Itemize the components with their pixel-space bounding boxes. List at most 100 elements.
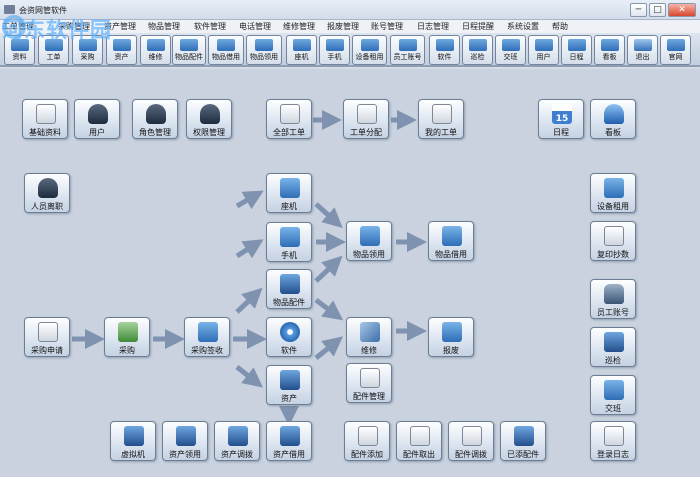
toolbar-user-button[interactable]: 用户 (528, 35, 559, 65)
toolbar-handover-button[interactable]: 交班 (495, 35, 526, 65)
document-icon (432, 104, 452, 124)
node-purchase-sign[interactable]: 采购签收 (184, 317, 230, 357)
node-assets[interactable]: 资产 (266, 365, 312, 405)
arrow-parts-to-repair (314, 298, 344, 321)
minimize-button[interactable]: ─ (630, 3, 647, 17)
node-purchase-request[interactable]: 采购申请 (24, 317, 70, 357)
node-parts[interactable]: 物品配件 (266, 269, 312, 309)
watermark: 河东软件园 (2, 17, 112, 42)
toolbar-parts-button[interactable]: 物品配件 (172, 35, 206, 65)
mobile-icon (325, 39, 344, 51)
computer-icon (112, 39, 131, 51)
node-item-borrow[interactable]: 物品借用 (428, 221, 474, 261)
node-all-workorders[interactable]: 全部工单 (266, 99, 312, 139)
node-parts-add[interactable]: 配件添加 (344, 421, 390, 461)
node-schedule[interactable]: 15 日程 (538, 99, 584, 139)
toolbar-item-borrow-button[interactable]: 物品借用 (208, 35, 244, 65)
node-shift-handover[interactable]: 交班 (590, 375, 636, 415)
computer-icon (176, 426, 196, 446)
menu-account[interactable]: 账号管理 (371, 21, 403, 32)
cart-icon (118, 322, 138, 342)
home-icon (666, 39, 685, 51)
toolbar-website-button[interactable]: 官网 (660, 35, 691, 65)
node-print-copy[interactable]: 复印抄数 (590, 221, 636, 261)
lock-icon (398, 39, 417, 51)
scrap-icon (442, 322, 462, 342)
arrow-sign-to-parts (235, 287, 263, 314)
node-equipment-rent[interactable]: 设备租用 (590, 173, 636, 213)
node-my-workorders[interactable]: 我的工单 (418, 99, 464, 139)
node-purchase[interactable]: 采购 (104, 317, 150, 357)
toolbar-item-receive-button[interactable]: 物品领用 (246, 35, 282, 65)
lock-icon (604, 284, 624, 304)
node-parts-out[interactable]: 配件取出 (396, 421, 442, 461)
borrow-icon (217, 39, 235, 51)
node-staff-leave[interactable]: 人员离职 (24, 173, 70, 213)
menu-items[interactable]: 物品管理 (148, 21, 180, 32)
node-scrapped-parts[interactable]: 已添配件 (500, 421, 546, 461)
menu-software[interactable]: 软件管理 (194, 21, 226, 32)
toolbar-inspection-button[interactable]: 巡检 (462, 35, 493, 65)
bell-icon (604, 104, 624, 124)
node-workorder-assign[interactable]: 工单分配 (343, 99, 389, 139)
node-landline[interactable]: 座机 (266, 173, 312, 213)
menu-phone[interactable]: 电话管理 (239, 21, 271, 32)
node-parts-mgmt[interactable]: 配件管理 (346, 363, 392, 403)
toolbar-dashboard-button[interactable]: 看板 (594, 35, 625, 65)
disc-icon (280, 322, 300, 342)
arrow-software-to-repair (314, 336, 344, 360)
toolbar-software-button[interactable]: 软件 (429, 35, 460, 65)
parts-transfer-icon (462, 426, 482, 446)
network-icon (468, 39, 487, 51)
users-icon (146, 104, 166, 124)
toolbar-landline-button[interactable]: 座机 (286, 35, 317, 65)
menu-settings[interactable]: 系统设置 (507, 21, 539, 32)
parts-box-icon (360, 368, 380, 388)
toolbar-equipment-rent-button[interactable]: 设备租用 (352, 35, 387, 65)
mobile-icon (280, 227, 300, 247)
toolbar-exit-button[interactable]: 退出 (627, 35, 658, 65)
node-permission-mgmt[interactable]: 权限管理 (186, 99, 232, 139)
menu-help[interactable]: 帮助 (552, 21, 568, 32)
phone-icon (280, 178, 300, 198)
maximize-button[interactable]: □ (649, 3, 666, 17)
node-virtual-machine[interactable]: 虚拟机 (110, 421, 156, 461)
arrow-parts-to-receive (314, 255, 343, 283)
arrow-sign-to-mobile (235, 239, 264, 259)
node-inspection[interactable]: 巡检 (590, 327, 636, 367)
node-scrap[interactable]: 报废 (428, 317, 474, 357)
computer-icon (124, 426, 144, 446)
close-button[interactable]: ✕ (668, 3, 696, 17)
menu-schedule[interactable]: 日程提醒 (462, 21, 494, 32)
node-software[interactable]: 软件 (266, 317, 312, 357)
toolbar-staff-account-button[interactable]: 员工账号 (390, 35, 425, 65)
node-basic-info[interactable]: 基础资料 (22, 99, 68, 139)
node-dashboard[interactable]: 看板 (590, 99, 636, 139)
handover-icon (501, 39, 520, 51)
computer-icon (228, 426, 248, 446)
menu-log[interactable]: 日志管理 (417, 21, 449, 32)
node-role-mgmt[interactable]: 角色管理 (132, 99, 178, 139)
node-user[interactable]: 用户 (74, 99, 120, 139)
receive-icon (360, 226, 380, 246)
node-item-receive[interactable]: 物品领用 (346, 221, 392, 261)
node-asset-receive[interactable]: 资产领用 (162, 421, 208, 461)
parts-add-icon (358, 426, 378, 446)
menu-repair[interactable]: 维修管理 (283, 21, 315, 32)
arrow-sign-to-assets (235, 365, 264, 388)
menu-scrap[interactable]: 报废管理 (327, 21, 359, 32)
node-mobile[interactable]: 手机 (266, 222, 312, 262)
toolbar-repair-button[interactable]: 维修 (140, 35, 171, 65)
phone-icon (292, 39, 311, 51)
node-asset-borrow[interactable]: 资产借用 (266, 421, 312, 461)
printer-icon (604, 178, 624, 198)
toolbar-schedule-button[interactable]: 日程 (561, 35, 592, 65)
node-parts-transfer[interactable]: 配件调拨 (448, 421, 494, 461)
calendar-icon: 15 (552, 104, 572, 124)
node-login-log[interactable]: 登录日志 (590, 421, 636, 461)
toolbar-mobile-button[interactable]: 手机 (319, 35, 350, 65)
node-staff-account[interactable]: 员工账号 (590, 279, 636, 319)
log-icon (604, 426, 624, 446)
node-asset-transfer[interactable]: 资产调拨 (214, 421, 260, 461)
node-repair[interactable]: 维修 (346, 317, 392, 357)
